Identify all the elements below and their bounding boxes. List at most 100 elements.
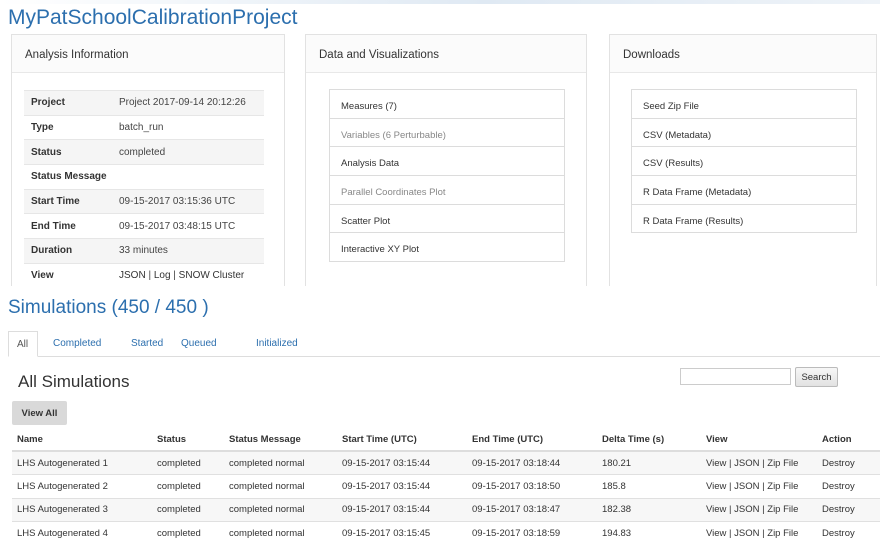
- row-link-view[interactable]: View: [706, 481, 726, 492]
- row-link-zip-file[interactable]: Zip File: [767, 504, 798, 515]
- column-header: Status Message: [224, 429, 337, 452]
- tab-started[interactable]: Started: [131, 331, 163, 357]
- panel-heading: Analysis Information: [12, 35, 284, 73]
- data-visualizations-list: Measures (7) Variables (6 Perturbable) Ana…: [329, 89, 565, 263]
- column-header: View: [701, 429, 817, 452]
- panel-heading: Downloads: [610, 35, 876, 73]
- info-row: Project Project 2017-09-14 20:12:26: [24, 90, 264, 116]
- destroy-link[interactable]: Destroy: [822, 528, 855, 539]
- info-row: Status Message: [24, 164, 264, 190]
- row-link-view[interactable]: View: [706, 528, 726, 539]
- section-title: All Simulations: [18, 372, 130, 391]
- tab-completed[interactable]: Completed: [53, 331, 101, 357]
- data-item-measures-7[interactable]: Measures (7): [330, 90, 564, 119]
- cell-view-links: View | JSON | Zip File: [701, 521, 817, 545]
- download-item-r-data-frame-metadata[interactable]: R Data Frame (Metadata): [632, 176, 856, 205]
- cell-view-links: View | JSON | Zip File: [701, 497, 817, 522]
- destroy-link[interactable]: Destroy: [822, 458, 855, 469]
- data-item-scatter-plot[interactable]: Scatter Plot: [330, 205, 564, 234]
- destroy-link[interactable]: Destroy: [822, 481, 855, 492]
- table-row: LHS Autogenerated 1 completed completed no…: [12, 450, 880, 475]
- row-link-view[interactable]: View: [706, 504, 726, 515]
- destroy-link[interactable]: Destroy: [822, 504, 855, 515]
- cell-start: 09-15-2017 03:15:45: [337, 521, 467, 545]
- info-value: batch_run: [112, 114, 264, 140]
- search-button[interactable]: Search: [795, 367, 838, 387]
- cell-status: completed: [152, 497, 224, 522]
- row-link-view[interactable]: View: [706, 458, 726, 469]
- cell-action: Destroy: [817, 521, 880, 545]
- row-link-json[interactable]: JSON: [734, 458, 759, 469]
- info-value: [112, 164, 264, 190]
- info-key: Start Time: [24, 188, 112, 214]
- downloads-list: Seed Zip File CSV (Metadata) CSV (Results)…: [631, 89, 857, 234]
- info-row-view: View JSON | Log | SNOW Cluster: [24, 262, 264, 288]
- download-item-r-data-frame-results[interactable]: R Data Frame (Results): [632, 205, 856, 234]
- project-title: MyPatSchoolCalibrationProject: [8, 6, 298, 29]
- cell-delta: 194.83: [597, 521, 701, 545]
- tab-queued[interactable]: Queued: [181, 331, 217, 357]
- cell-status: completed: [152, 521, 224, 545]
- top-accent-bar: [0, 0, 880, 4]
- cell-delta: 180.21: [597, 450, 701, 475]
- cell-message: completed normal: [224, 450, 337, 475]
- cell-view-links: View | JSON | Zip File: [701, 450, 817, 475]
- cell-end: 09-15-2017 03:18:47: [467, 497, 597, 522]
- data-item-parallel-coordinates-plot[interactable]: Parallel Coordinates Plot: [330, 176, 564, 205]
- analysis-info-table: Project Project 2017-09-14 20:12:26 Type ba…: [24, 90, 264, 288]
- row-link-json[interactable]: JSON: [734, 481, 759, 492]
- cell-end: 09-15-2017 03:18:59: [467, 521, 597, 545]
- download-item-seed-zip-file[interactable]: Seed Zip File: [632, 90, 856, 119]
- download-item-csv-metadata[interactable]: CSV (Metadata): [632, 119, 856, 148]
- cell-end: 09-15-2017 03:18:50: [467, 474, 597, 498]
- info-row: Start Time 09-15-2017 03:15:36 UTC: [24, 188, 264, 214]
- cell-message: completed normal: [224, 521, 337, 545]
- data-item-variables-6-perturbable[interactable]: Variables (6 Perturbable): [330, 119, 564, 148]
- info-value: Project 2017-09-14 20:12:26: [112, 90, 264, 116]
- row-link-zip-file[interactable]: Zip File: [767, 528, 798, 539]
- info-key: Status: [24, 139, 112, 165]
- cell-action: Destroy: [817, 474, 880, 498]
- cell-start: 09-15-2017 03:15:44: [337, 450, 467, 475]
- info-key: Type: [24, 114, 112, 140]
- cell-status: completed: [152, 450, 224, 475]
- info-value: 09-15-2017 03:15:36 UTC: [112, 188, 264, 214]
- info-key: Duration: [24, 238, 112, 264]
- view-link-json[interactable]: JSON: [119, 270, 146, 281]
- row-link-zip-file[interactable]: Zip File: [767, 481, 798, 492]
- info-row: Status completed: [24, 139, 264, 165]
- view-all-button[interactable]: View All: [12, 401, 67, 425]
- search-input[interactable]: [680, 368, 791, 385]
- info-key: End Time: [24, 213, 112, 239]
- tab-all[interactable]: All: [8, 331, 38, 357]
- info-key: Status Message: [24, 164, 112, 190]
- column-header: End Time (UTC): [467, 429, 597, 452]
- row-link-zip-file[interactable]: Zip File: [767, 458, 798, 469]
- cell-action: Destroy: [817, 497, 880, 522]
- info-value: completed: [112, 139, 264, 165]
- cell-name: LHS Autogenerated 4: [12, 521, 152, 545]
- info-row: Duration 33 minutes: [24, 238, 264, 264]
- info-row: Type batch_run: [24, 114, 264, 140]
- cell-name: LHS Autogenerated 3: [12, 497, 152, 522]
- column-header: Start Time (UTC): [337, 429, 467, 452]
- info-value-links: JSON | Log | SNOW Cluster: [112, 262, 264, 288]
- view-link-log[interactable]: Log: [154, 270, 171, 281]
- cell-action: Destroy: [817, 450, 880, 475]
- cell-end: 09-15-2017 03:18:44: [467, 450, 597, 475]
- column-header: Delta Time (s): [597, 429, 701, 452]
- view-link-snow-cluster[interactable]: SNOW Cluster: [179, 270, 245, 281]
- data-item-interactive-xy-plot[interactable]: Interactive XY Plot: [330, 233, 564, 263]
- info-value: 33 minutes: [112, 238, 264, 264]
- download-item-csv-results[interactable]: CSV (Results): [632, 147, 856, 177]
- data-item-analysis-data[interactable]: Analysis Data: [330, 147, 564, 177]
- table-row: LHS Autogenerated 3 completed completed no…: [12, 497, 880, 522]
- cell-start: 09-15-2017 03:15:44: [337, 474, 467, 498]
- tab-initialized[interactable]: Initialized: [256, 331, 298, 357]
- info-key: View: [24, 262, 112, 288]
- table-row: LHS Autogenerated 4 completed completed no…: [12, 521, 880, 545]
- cell-name: LHS Autogenerated 2: [12, 474, 152, 498]
- row-link-json[interactable]: JSON: [734, 504, 759, 515]
- info-row: End Time 09-15-2017 03:48:15 UTC: [24, 213, 264, 239]
- row-link-json[interactable]: JSON: [734, 528, 759, 539]
